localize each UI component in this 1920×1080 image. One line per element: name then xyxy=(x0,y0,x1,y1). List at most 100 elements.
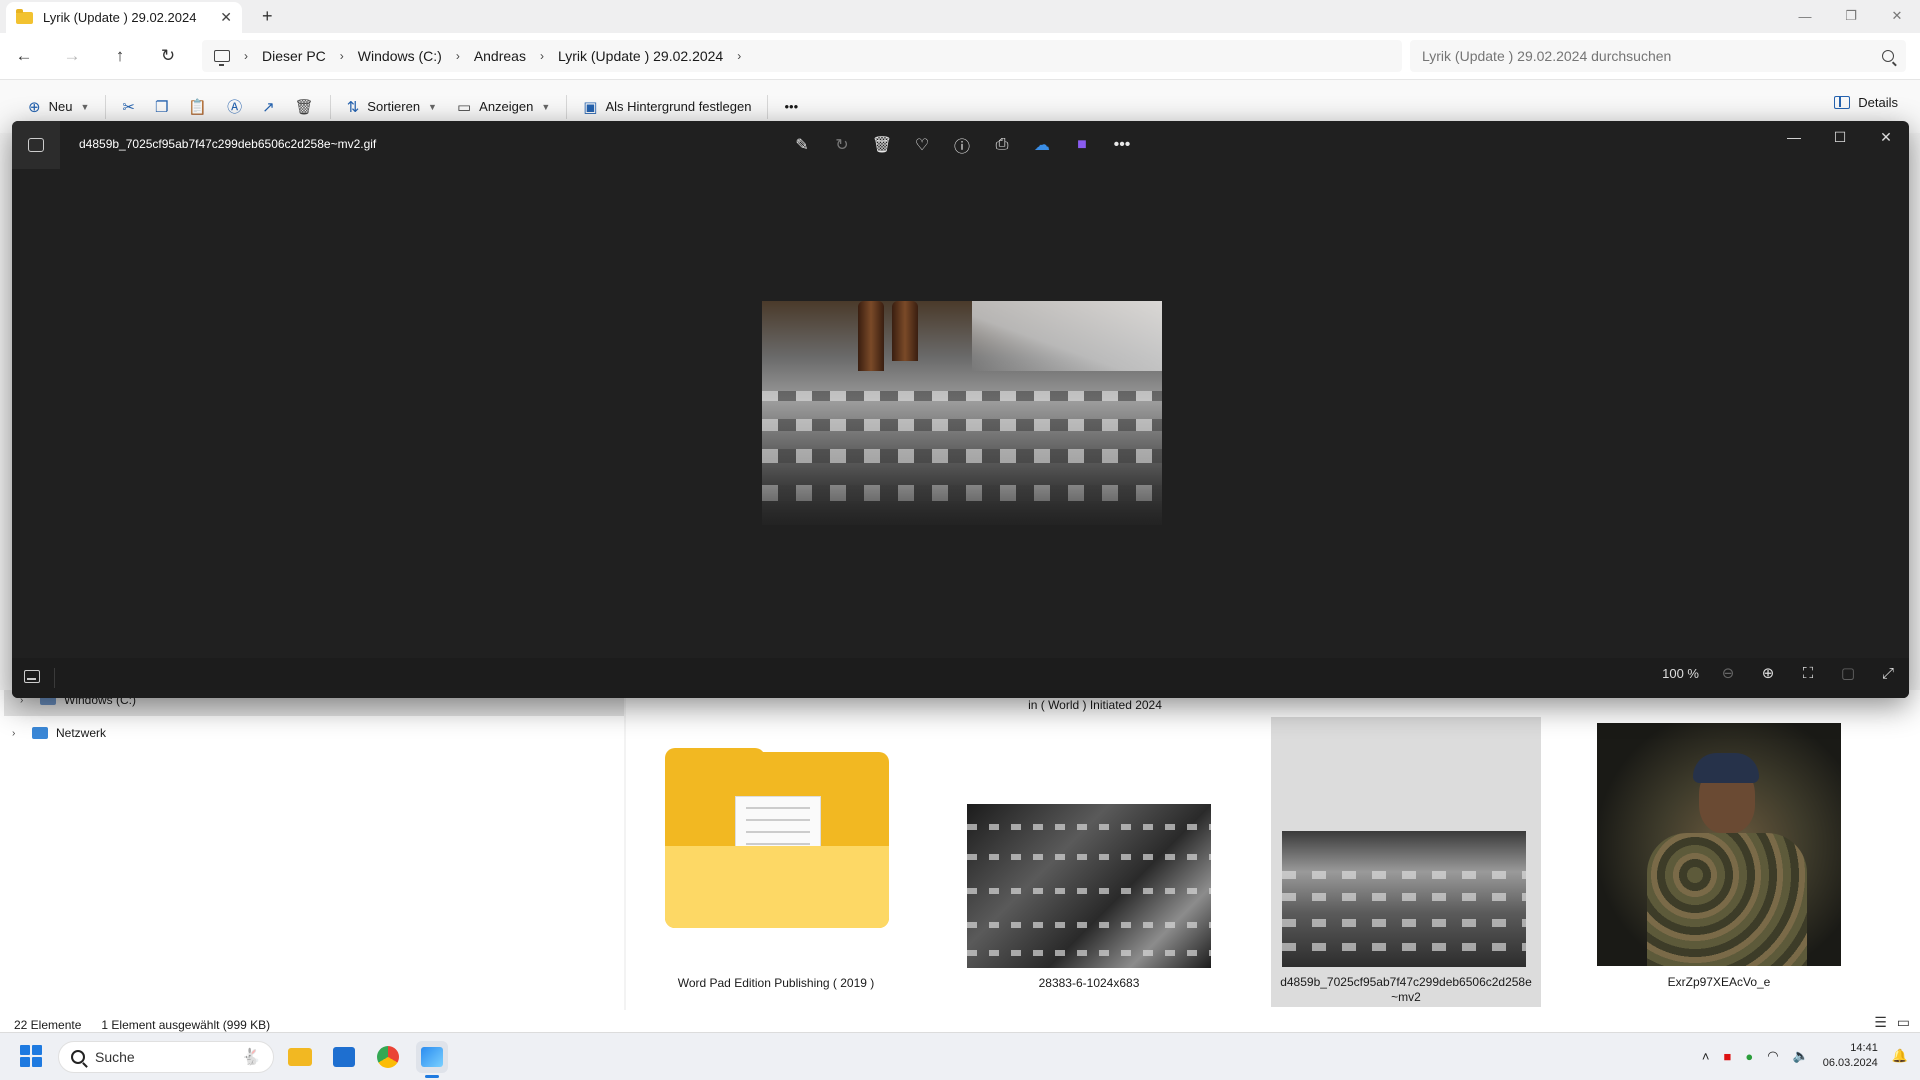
breadcrumb-item[interactable]: Dieser PC xyxy=(262,48,326,64)
search-icon xyxy=(71,1050,85,1064)
close-window-button[interactable]: ✕ xyxy=(1874,0,1920,32)
system-tray: ˄ ■ ● ◠ 🔈 14:41 06.03.2024 🔔 xyxy=(1702,1041,1908,1071)
viewer-image[interactable] xyxy=(762,301,1162,525)
view-button[interactable]: ▭ Anzeigen ▼ xyxy=(447,91,560,123)
item-count: 22 Elemente xyxy=(14,1018,82,1032)
new-tab-button[interactable]: + xyxy=(262,6,273,27)
rename-button[interactable]: Ⓐ xyxy=(217,91,252,123)
chevron-right-icon[interactable]: › xyxy=(723,49,755,63)
viewer-maximize-button[interactable]: ☐ xyxy=(1817,121,1863,153)
chevron-right-icon[interactable]: › xyxy=(230,49,262,63)
view-icon: ▭ xyxy=(456,98,472,116)
chevron-right-icon[interactable]: › xyxy=(12,728,24,739)
selection-info: 1 Element ausgewählt (999 KB) xyxy=(101,1018,271,1032)
viewer-minimize-button[interactable]: — xyxy=(1771,121,1817,153)
photos-icon[interactable] xyxy=(416,1041,448,1078)
divider xyxy=(54,668,55,688)
file-label: 28383-6-1024x683 xyxy=(1038,976,1140,990)
fullscreen-icon[interactable]: ⤢ xyxy=(1877,665,1899,682)
chevron-right-icon[interactable]: › xyxy=(442,49,474,63)
info-icon[interactable]: ⓘ xyxy=(948,131,976,159)
taskbar-search-label: Suche xyxy=(95,1049,135,1065)
rotate-icon[interactable]: ↻ xyxy=(828,131,856,159)
up-button[interactable]: ↑ xyxy=(96,33,144,79)
favorite-heart-icon[interactable]: ♡ xyxy=(908,131,936,159)
file-explorer-icon[interactable] xyxy=(284,1041,316,1073)
filmstrip-icon[interactable] xyxy=(24,670,40,683)
chevron-right-icon[interactable]: › xyxy=(326,49,358,63)
minimize-button[interactable]: — xyxy=(1782,0,1828,32)
copy-button[interactable]: ❐ xyxy=(145,91,178,123)
sort-button[interactable]: ⇅ Sortieren ▼ xyxy=(337,91,447,123)
chevron-up-icon[interactable]: ˄ xyxy=(1702,1049,1710,1064)
taskbar-search[interactable]: Suche 🐇 xyxy=(58,1041,274,1073)
breadcrumb-item[interactable]: Lyrik (Update ) 29.02.2024 xyxy=(558,48,723,64)
restore-button[interactable]: ❐ xyxy=(1828,0,1874,32)
breadcrumb-item[interactable]: Andreas xyxy=(474,48,526,64)
search-input[interactable] xyxy=(1422,48,1882,64)
edit-image-icon[interactable]: ✎ xyxy=(788,131,816,159)
chevron-right-icon[interactable]: › xyxy=(526,49,558,63)
tree-item-netzwerk[interactable]: › Netzwerk xyxy=(12,726,106,740)
cut-button[interactable]: ✂ xyxy=(112,91,145,123)
set-wallpaper-button[interactable]: ▣ Als Hintergrund festlegen xyxy=(573,91,761,123)
delete-button[interactable]: 🗑 xyxy=(285,91,324,123)
photo-viewer-window: d4859b_7025cf95ab7f47c299deb6506c2d258e~… xyxy=(12,121,1909,698)
delete-icon[interactable]: 🗑 xyxy=(868,131,896,159)
forward-button[interactable]: → xyxy=(48,33,96,79)
close-tab-icon[interactable]: ✕ xyxy=(220,9,232,26)
clock[interactable]: 14:41 06.03.2024 xyxy=(1823,1041,1878,1071)
more-options-button[interactable]: ••• xyxy=(774,91,808,123)
acrobat-tray-icon[interactable]: ■ xyxy=(1724,1049,1732,1064)
paste-button[interactable]: 📋 xyxy=(178,91,217,123)
wallpaper-label: Als Hintergrund festlegen xyxy=(605,99,752,114)
details-button[interactable]: Details xyxy=(1834,95,1898,110)
chrome-icon[interactable] xyxy=(372,1041,404,1073)
breadcrumb[interactable]: › Dieser PC › Windows (C:) › Andreas › L… xyxy=(202,40,1402,72)
share-button[interactable]: ↗ xyxy=(252,91,285,123)
details-label: Details xyxy=(1858,95,1898,110)
sort-icon: ⇅ xyxy=(346,98,360,116)
new-button[interactable]: ⊕ Neu ▼ xyxy=(18,91,99,123)
list-view-icon[interactable]: ☰ xyxy=(1874,1014,1887,1031)
viewer-close-button[interactable]: ✕ xyxy=(1863,121,1909,153)
search-icon[interactable] xyxy=(1882,50,1894,62)
view-label: Anzeigen xyxy=(479,99,534,114)
chevron-down-icon: ▼ xyxy=(80,101,90,112)
zoom-controls: 100 % ⊖ ⊕ ⛶ ▢ ⤢ xyxy=(1662,664,1899,683)
zoom-level[interactable]: 100 % xyxy=(1662,666,1699,681)
onedrive-icon[interactable]: ☁ xyxy=(1028,131,1056,159)
speaker-icon[interactable]: 🔈 xyxy=(1793,1048,1809,1064)
refresh-button[interactable]: ↻ xyxy=(144,33,192,79)
search-highlight-icon: 🐇 xyxy=(241,1049,261,1066)
plus-icon: ⊕ xyxy=(28,98,41,116)
start-button[interactable] xyxy=(20,1045,42,1067)
search-box[interactable] xyxy=(1410,40,1906,72)
wifi-icon[interactable]: ◠ xyxy=(1767,1048,1778,1064)
computer-icon[interactable] xyxy=(214,50,230,66)
rename-icon: Ⓐ xyxy=(227,99,243,116)
photos-app-icon[interactable] xyxy=(12,121,60,169)
divider xyxy=(767,94,769,119)
taskbar: Suche 🐇 ˄ ■ ● ◠ 🔈 14:41 06.03.2024 🔔 xyxy=(0,1032,1920,1080)
viewer-window-controls: — ☐ ✕ xyxy=(1771,121,1909,153)
more-icon[interactable]: ••• xyxy=(1108,131,1136,159)
print-icon[interactable]: ⎙ xyxy=(988,131,1016,159)
actual-size-icon[interactable]: ▢ xyxy=(1837,664,1859,682)
paste-icon: 📋 xyxy=(188,98,208,116)
viewer-bottom-bar: 100 % ⊖ ⊕ ⛶ ▢ ⤢ xyxy=(12,658,1909,698)
file-label: Word Pad Edition Publishing ( 2019 ) xyxy=(677,976,875,990)
back-button[interactable]: ← xyxy=(0,33,48,79)
clipchamp-icon[interactable]: ■ xyxy=(1068,131,1096,159)
microsoft-store-icon[interactable] xyxy=(328,1041,360,1073)
divider xyxy=(329,94,331,119)
security-tray-icon[interactable]: ● xyxy=(1745,1049,1753,1064)
zoom-out-icon[interactable]: ⊖ xyxy=(1717,664,1739,682)
notification-bell-icon[interactable]: 🔔 xyxy=(1892,1048,1908,1064)
thumbnail-view-icon[interactable]: ▭ xyxy=(1897,1014,1910,1031)
zoom-in-icon[interactable]: ⊕ xyxy=(1757,664,1779,682)
divider xyxy=(105,94,107,119)
breadcrumb-item[interactable]: Windows (C:) xyxy=(358,48,442,64)
explorer-tab[interactable]: Lyrik (Update ) 29.02.2024 ✕ xyxy=(6,2,242,33)
fit-to-window-icon[interactable]: ⛶ xyxy=(1797,665,1819,682)
